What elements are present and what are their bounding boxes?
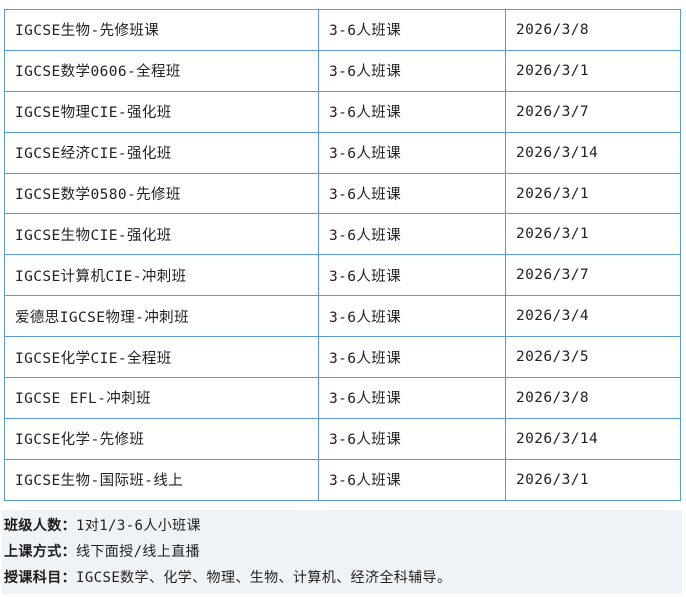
table-row: IGCSE EFL-冲刺班 3-6人班课 2026/3/8 — [4, 377, 681, 419]
start-date-cell: 2026/3/1 — [505, 172, 681, 215]
teaching-mode-line: 上课方式：线下面授/线上直播 — [4, 541, 200, 561]
subjects-value: IGCSE数学、化学、物理、生物、计算机、经济全科辅导。 — [76, 570, 452, 586]
class-size-value: 1对1/3-6人小班课 — [76, 518, 201, 534]
course-name-cell: IGCSE数学0606-全程班 — [4, 49, 319, 92]
table-row: IGCSE物理CIE-强化班 3-6人班课 2026/3/7 — [4, 90, 681, 133]
course-name-cell: IGCSE生物-国际班-线上 — [4, 458, 319, 501]
class-size-label: 班级人数： — [4, 518, 76, 534]
start-date-cell: 2026/3/7 — [505, 254, 681, 297]
course-name-cell: 爱德思IGCSE物理-冲刺班 — [4, 295, 319, 338]
page: IGCSE生物-先修班课 3-6人班课 2026/3/8 IGCSE数学0606-全程… — [0, 0, 686, 597]
table-row: IGCSE数学0606-全程班 3-6人班课 2026/3/1 — [4, 49, 681, 92]
class-type-cell: 3-6人班课 — [318, 90, 506, 133]
course-table-body: IGCSE生物-先修班课 3-6人班课 2026/3/8 IGCSE数学0606-全程… — [4, 9, 681, 501]
table-row: IGCSE生物CIE-强化班 3-6人班课 2026/3/1 — [4, 213, 681, 256]
teaching-mode-label: 上课方式： — [4, 544, 76, 560]
subjects-label: 授课科目： — [4, 570, 76, 586]
class-size-line: 班级人数：1对1/3-6人小班课 — [4, 515, 201, 535]
start-date-cell: 2026/3/14 — [505, 131, 681, 174]
course-schedule-table: IGCSE生物-先修班课 3-6人班课 2026/3/8 IGCSE数学0606-全程… — [4, 9, 681, 501]
class-type-cell: 3-6人班课 — [318, 49, 506, 92]
start-date-cell: 2026/3/4 — [505, 295, 681, 338]
course-name-cell: IGCSE生物CIE-强化班 — [4, 213, 319, 256]
course-name-cell: IGCSE数学0580-先修班 — [4, 172, 319, 215]
subjects-line: 授课科目：IGCSE数学、化学、物理、生物、计算机、经济全科辅导。 — [4, 567, 451, 587]
class-type-cell: 3-6人班课 — [318, 458, 506, 501]
table-row: IGCSE经济CIE-强化班 3-6人班课 2026/3/14 — [4, 131, 681, 174]
course-name-cell: IGCSE物理CIE-强化班 — [4, 90, 319, 133]
course-name-cell: IGCSE化学-先修班 — [4, 417, 319, 460]
start-date-cell: 2026/3/1 — [505, 49, 681, 92]
class-type-cell: 3-6人班课 — [318, 417, 506, 460]
start-date-cell: 2026/3/7 — [505, 90, 681, 133]
class-type-cell: 3-6人班课 — [318, 172, 506, 215]
course-name-cell: IGCSE经济CIE-强化班 — [4, 131, 319, 174]
start-date-cell: 2026/3/8 — [505, 377, 681, 419]
course-name-cell: IGCSE EFL-冲刺班 — [4, 377, 319, 419]
table-row: IGCSE生物-国际班-线上 3-6人班课 2026/3/1 — [4, 458, 681, 501]
class-type-cell: 3-6人班课 — [318, 336, 506, 379]
course-info-panel: 班级人数：1对1/3-6人小班课 上课方式：线下面授/线上直播 授课科目：IGC… — [2, 510, 682, 594]
start-date-cell: 2026/3/1 — [505, 213, 681, 256]
table-row: IGCSE化学CIE-全程班 3-6人班课 2026/3/5 — [4, 336, 681, 379]
start-date-cell: 2026/3/5 — [505, 336, 681, 379]
class-type-cell: 3-6人班课 — [318, 295, 506, 338]
start-date-cell: 2026/3/14 — [505, 417, 681, 460]
table-row: IGCSE计算机CIE-冲刺班 3-6人班课 2026/3/7 — [4, 254, 681, 297]
course-name-cell: IGCSE计算机CIE-冲刺班 — [4, 254, 319, 297]
table-row: 爱德思IGCSE物理-冲刺班 3-6人班课 2026/3/4 — [4, 295, 681, 338]
table-row: IGCSE化学-先修班 3-6人班课 2026/3/14 — [4, 417, 681, 460]
class-type-cell: 3-6人班课 — [318, 254, 506, 297]
class-type-cell: 3-6人班课 — [318, 131, 506, 174]
teaching-mode-value: 线下面授/线上直播 — [76, 544, 201, 560]
start-date-cell: 2026/3/1 — [505, 458, 681, 501]
course-name-cell: IGCSE化学CIE-全程班 — [4, 336, 319, 379]
table-row: IGCSE数学0580-先修班 3-6人班课 2026/3/1 — [4, 172, 681, 215]
start-date-cell: 2026/3/8 — [505, 9, 681, 51]
class-type-cell: 3-6人班课 — [318, 377, 506, 419]
course-name-cell: IGCSE生物-先修班课 — [4, 9, 319, 51]
class-type-cell: 3-6人班课 — [318, 213, 506, 256]
class-type-cell: 3-6人班课 — [318, 9, 506, 51]
table-row: IGCSE生物-先修班课 3-6人班课 2026/3/8 — [4, 9, 681, 51]
